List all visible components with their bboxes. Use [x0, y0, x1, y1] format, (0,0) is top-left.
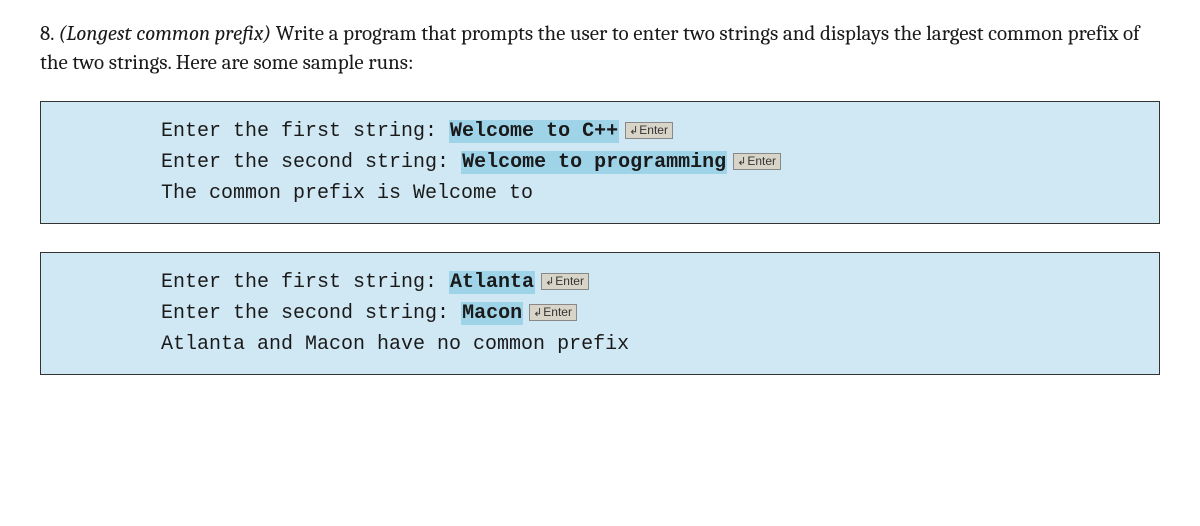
- user-input: Macon: [461, 302, 523, 325]
- prompt-text: Enter the first string:: [161, 120, 449, 143]
- enter-label: Enter: [747, 154, 776, 168]
- enter-key-icon: ↲Enter: [733, 153, 781, 170]
- enter-key-icon: ↲Enter: [529, 304, 577, 321]
- user-input: Welcome to programming: [461, 151, 727, 174]
- sample1-line3: The common prefix is Welcome to: [161, 178, 1141, 209]
- user-input: Welcome to C++: [449, 120, 619, 143]
- enter-arrow-icon: ↲: [545, 276, 554, 288]
- problem-statement: 8. (Longest common prefix) Write a progr…: [40, 20, 1160, 79]
- sample2-line3: Atlanta and Macon have no common prefix: [161, 329, 1141, 360]
- enter-label: Enter: [639, 123, 668, 137]
- sample-run-2: Enter the first string: Atlanta↲Enter En…: [40, 252, 1160, 375]
- sample1-line1: Enter the first string: Welcome to C++ ↲E…: [161, 116, 1141, 147]
- prompt-text: Enter the second string:: [161, 302, 461, 325]
- enter-arrow-icon: ↲: [737, 156, 746, 168]
- enter-key-icon: ↲Enter: [541, 273, 589, 290]
- enter-label: Enter: [555, 274, 584, 288]
- enter-key-icon: ↲Enter: [625, 122, 673, 139]
- prompt-text: Enter the second string:: [161, 151, 461, 174]
- problem-number: 8.: [40, 22, 54, 46]
- enter-arrow-icon: ↲: [629, 125, 638, 137]
- prompt-text: Enter the first string:: [161, 271, 449, 294]
- user-input: Atlanta: [449, 271, 535, 294]
- enter-arrow-icon: ↲: [533, 307, 542, 319]
- sample2-line1: Enter the first string: Atlanta ↲Enter: [161, 267, 1141, 298]
- sample-run-1: Enter the first string: Welcome to C++↲E…: [40, 101, 1160, 224]
- enter-label: Enter: [543, 305, 572, 319]
- sample1-line2: Enter the second string: Welcome to prog…: [161, 147, 1141, 178]
- problem-title: (Longest common prefix): [59, 22, 272, 46]
- sample2-line2: Enter the second string: Macon ↲Enter: [161, 298, 1141, 329]
